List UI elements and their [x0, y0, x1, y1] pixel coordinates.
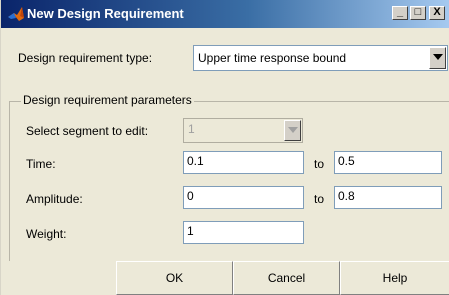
window-title: New Design Requirement	[27, 6, 184, 21]
time-to-input[interactable]: 0.5	[334, 151, 442, 174]
segment-dropdown[interactable]: 1	[183, 118, 303, 143]
chevron-down-icon	[284, 120, 301, 141]
requirement-type-dropdown[interactable]: Upper time response bound	[193, 45, 448, 71]
title-bar[interactable]: New Design Requirement _ □ X	[1, 0, 449, 28]
weight-input[interactable]: 1	[183, 221, 304, 244]
time-label: Time:	[26, 157, 56, 171]
cancel-button[interactable]: Cancel	[233, 261, 340, 295]
requirement-type-value: Upper time response bound	[198, 51, 347, 65]
requirement-type-label: Design requirement type:	[18, 51, 153, 65]
help-button[interactable]: Help	[340, 261, 449, 295]
parameters-group-title: Design requirement parameters	[21, 93, 194, 107]
ok-button[interactable]: OK	[116, 261, 233, 295]
segment-label: Select segment to edit:	[26, 124, 149, 138]
amplitude-to-input[interactable]: 0.8	[334, 186, 442, 209]
maximize-button[interactable]: □	[410, 6, 426, 20]
minimize-button[interactable]: _	[392, 6, 408, 20]
weight-label: Weight:	[26, 227, 67, 241]
matlab-logo-icon	[8, 7, 24, 21]
segment-value: 1	[188, 122, 195, 136]
close-button[interactable]: X	[429, 6, 445, 20]
amplitude-to-label: to	[314, 192, 325, 206]
amplitude-from-input[interactable]: 0	[183, 186, 304, 209]
amplitude-label: Amplitude:	[26, 192, 83, 206]
time-to-label: to	[314, 157, 325, 171]
time-from-input[interactable]: 0.1	[183, 151, 304, 174]
chevron-down-icon[interactable]	[429, 47, 446, 69]
dialog-window: New Design Requirement _ □ X Design requ…	[0, 0, 449, 295]
